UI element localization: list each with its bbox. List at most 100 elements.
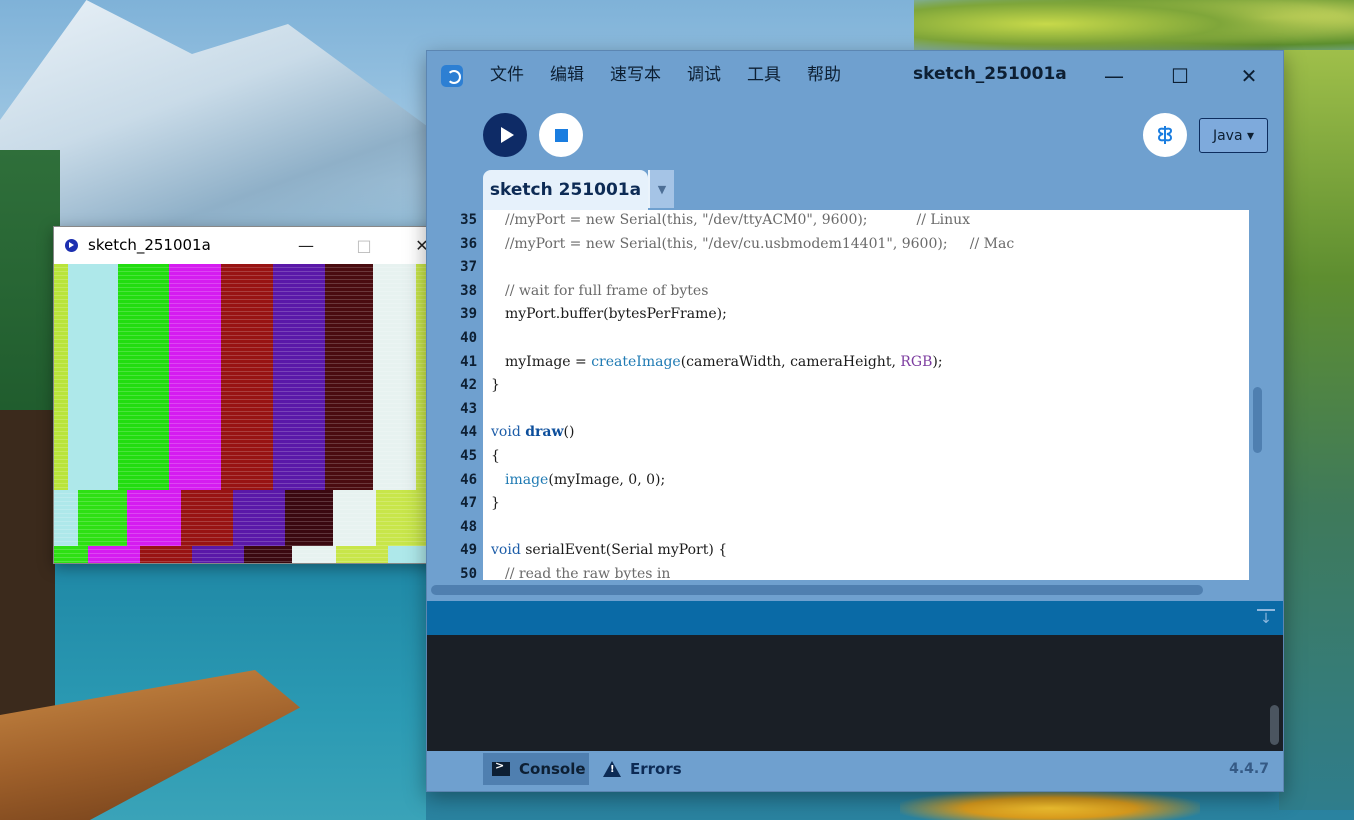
code-line: // wait for full frame of bytes [505,283,708,299]
sketch-canvas[interactable] [54,264,453,563]
stop-button[interactable] [539,113,583,157]
wallpaper-foliage-side [1279,50,1354,810]
menu-help[interactable]: 帮助 [807,63,841,87]
sketch-tabs: sketch 251001a ▼ [427,170,1283,210]
mode-selector[interactable]: Java ▾ [1199,118,1268,153]
menu-tools[interactable]: 工具 [747,63,781,87]
line-number-gutter: 35 36 37 38 39 40 41 42 43 44 45 46 47 48 49 50 [427,210,483,582]
code-line: void serialEvent(Serial myPort) { [491,542,727,558]
line-number: 50 [460,566,477,582]
menu-file[interactable]: 文件 [490,63,524,87]
color-bar [54,264,68,490]
ide-minimize-button[interactable]: — [1094,59,1134,93]
code-editor[interactable]: 35 36 37 38 39 40 41 42 43 44 45 46 47 48 49 50 //myPor… [427,210,1283,595]
ide-window-title: sketch_251001a [913,64,1067,84]
code-token: createImage [591,353,681,370]
code-token: //myPort = new Serial(this, "/dev/ttyACM… [505,212,971,228]
editor-horizontal-scrollbar[interactable] [427,581,1283,599]
code-line: void draw() [491,424,574,440]
terminal-icon [492,759,510,776]
code-token: draw [525,424,564,441]
line-number: 45 [460,448,477,464]
color-bar [127,490,181,546]
editor-horizontal-scroll-thumb[interactable] [431,585,1203,595]
code-line: } [491,377,500,393]
code-line: //myPort = new Serial(this, "/dev/cu.usb… [505,236,1014,252]
color-bar [140,546,192,563]
version-label: 4.4.7 [1229,761,1269,777]
butterfly-icon [1158,126,1172,144]
console-output[interactable] [427,635,1283,751]
color-bar [292,546,336,563]
code-token: // read the raw bytes in [505,566,671,580]
menu-bar: 文件 编辑 速写本 调试 工具 帮助 [490,63,867,87]
line-number: 49 [460,542,477,559]
color-bar [68,264,118,490]
tab-menu-arrow[interactable]: ▼ [648,170,674,208]
processing-ide-window[interactable]: 文件 编辑 速写本 调试 工具 帮助 sketch_251001a — ☐ ✕ … [426,50,1284,792]
ide-close-button[interactable]: ✕ [1229,59,1269,93]
menu-sketch[interactable]: 速写本 [610,63,661,87]
code-line: } [491,495,500,511]
line-number: 44 [460,424,477,441]
sketch-output-window[interactable]: sketch_251001a — □ ✕ [53,226,454,564]
line-number: 42 [460,377,477,394]
line-number: 35 [460,212,477,228]
color-bar [192,546,244,563]
code-token: (cameraWidth, cameraHeight, [680,353,901,370]
ide-maximize-button[interactable]: ☐ [1160,59,1200,93]
menu-debug[interactable]: 调试 [687,63,721,87]
line-number: 41 [460,353,477,370]
code-token: { [491,448,500,464]
code-token: void [491,542,526,559]
color-bar [336,546,388,563]
code-line: //myPort = new Serial(this, "/dev/ttyACM… [505,212,970,228]
code-token: //myPort = new Serial(this, "/dev/cu.usb… [505,235,1015,252]
code-token: RGB [900,353,933,370]
editor-vertical-scroll-thumb[interactable] [1253,387,1262,453]
console-header: ↓ [427,601,1283,635]
color-bar [373,264,416,490]
console-tab-label: Console [519,760,586,778]
tab-sketch-251001a[interactable]: sketch 251001a [483,170,648,210]
line-number: 36 [460,235,477,252]
run-button[interactable] [483,113,527,157]
code-token: serialEvent(Serial myPort) { [525,542,728,559]
code-line: myPort.buffer(bytesPerFrame); [505,306,727,322]
processing-app-icon [441,65,463,87]
ide-titlebar[interactable]: 文件 编辑 速写本 调试 工具 帮助 sketch_251001a — ☐ ✕ [427,51,1283,101]
errors-tab[interactable]: Errors [603,753,682,785]
wallpaper-trees [0,150,60,450]
menu-edit[interactable]: 编辑 [550,63,584,87]
color-bar [181,490,233,546]
color-bar [221,264,273,490]
color-bar [273,264,325,490]
code-token: myImage = [505,353,592,370]
debugger-button[interactable] [1143,113,1187,157]
color-bar [54,490,78,546]
color-bar [376,490,428,546]
line-number: 37 [460,259,477,276]
console-tab[interactable]: Console [483,753,589,785]
console-scroll-thumb[interactable] [1270,705,1279,745]
editor-vertical-scrollbar[interactable] [1249,210,1283,580]
code-token: () [563,424,575,441]
line-number: 38 [460,282,477,299]
color-bar [78,490,127,546]
code-token: void [491,424,526,441]
line-number: 48 [460,518,477,535]
code-line: image(myImage, 0, 0); [505,472,665,488]
line-number: 39 [460,306,477,323]
sketch-window-titlebar[interactable]: sketch_251001a — □ ✕ [54,227,453,263]
color-bar [244,546,292,563]
wallpaper-railing [0,410,55,730]
code-token: // wait for full frame of bytes [505,282,709,299]
sketch-minimize-button[interactable]: — [277,227,335,263]
code-area[interactable]: //myPort = new Serial(this, "/dev/ttyACM… [483,210,1249,580]
sketch-maximize-button[interactable]: □ [335,227,393,263]
collapse-console-icon[interactable]: ↓ [1257,609,1275,629]
color-bar [118,264,169,490]
line-number: 47 [460,495,477,512]
line-number: 46 [460,471,477,488]
code-token: (myImage, 0, 0); [548,471,666,488]
